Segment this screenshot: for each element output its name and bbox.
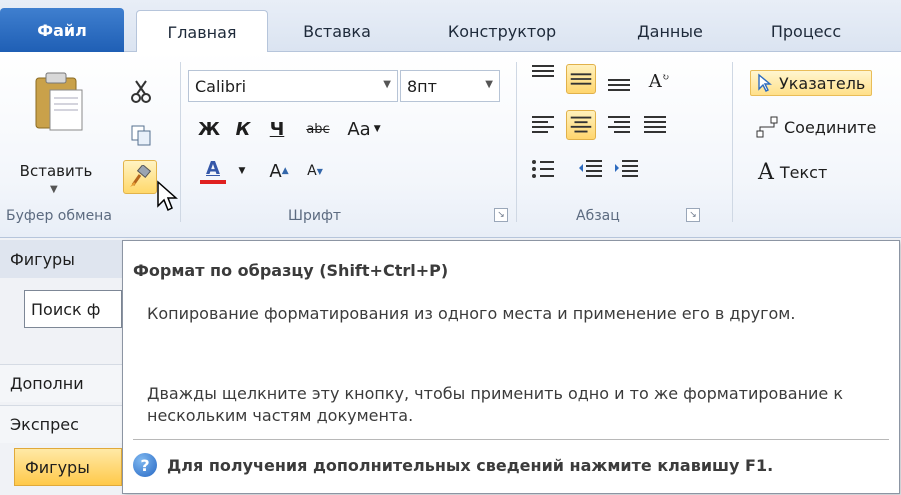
grow-font-letter: A xyxy=(269,160,282,182)
text-tool-label: Текст xyxy=(779,163,828,182)
chevron-down-icon[interactable]: ▼ xyxy=(383,79,391,90)
paste-label: Вставить xyxy=(19,162,93,180)
font-family-value: Calibri xyxy=(195,76,247,96)
decrease-indent-icon[interactable] xyxy=(576,154,606,184)
text-direction-button[interactable]: A↻ xyxy=(644,66,674,96)
connector-tool-label: Соедините xyxy=(784,117,877,137)
copy-icon xyxy=(131,125,151,146)
align-middle-button[interactable] xyxy=(566,64,596,94)
text-tool-icon: A xyxy=(758,160,774,185)
tab-file[interactable]: Файл xyxy=(0,8,124,52)
help-icon: ? xyxy=(133,453,157,477)
tab-data[interactable]: Данные xyxy=(610,10,730,52)
clipboard-icon xyxy=(35,72,83,131)
tab-home[interactable]: Главная xyxy=(136,10,268,53)
justify-icon[interactable] xyxy=(640,110,670,140)
copy-button[interactable] xyxy=(124,118,158,152)
shapes-selected-item[interactable]: Фигуры xyxy=(14,448,122,486)
change-case-button[interactable]: Aa ▼ xyxy=(342,114,386,144)
font-size-value: 8пт xyxy=(407,76,437,96)
align-center-icon xyxy=(570,116,592,133)
more-shapes-item[interactable]: Дополни xyxy=(0,364,122,402)
chevron-down-icon[interactable]: ▼ xyxy=(485,79,493,90)
chevron-down-icon: ▼ xyxy=(50,184,58,195)
pointer-tool-button[interactable]: Указатель xyxy=(750,70,873,96)
arrow-up-icon: ▲ xyxy=(281,166,289,176)
font-size-combo[interactable]: 8пт ▼ xyxy=(400,70,500,102)
font-color-button[interactable]: A xyxy=(196,156,230,186)
tooltip-divider xyxy=(133,439,889,440)
tooltip-usage-hint: Дважды щелкните эту кнопку, чтобы примен… xyxy=(147,384,844,425)
cut-button[interactable] xyxy=(124,74,158,108)
shrink-font-button[interactable]: A ▼ xyxy=(298,156,332,186)
pointer-arrow-icon xyxy=(758,73,772,92)
shrink-font-letter: A xyxy=(307,163,317,179)
paintbrush-icon xyxy=(130,165,152,187)
tab-design[interactable]: Конструктор xyxy=(412,10,592,52)
font-color-swatch xyxy=(200,180,226,184)
align-middle-icon xyxy=(570,73,592,85)
group-divider xyxy=(732,62,733,222)
search-shapes-input[interactable]: Поиск ф xyxy=(24,290,122,328)
scissors-icon xyxy=(131,80,151,103)
underline-button[interactable]: Ч xyxy=(264,114,290,144)
quick-shapes-item[interactable]: Экспрес xyxy=(0,405,122,443)
font-color-letter: A xyxy=(206,158,220,179)
change-case-label: Aa xyxy=(347,118,371,140)
paste-button[interactable]: Вставить ▼ xyxy=(6,62,114,198)
align-center-button[interactable] xyxy=(566,110,596,140)
font-family-combo[interactable]: Calibri ▼ xyxy=(188,70,398,102)
tab-insert[interactable]: Вставка xyxy=(282,10,392,52)
pointer-tool-label: Указатель xyxy=(779,73,866,93)
group-divider xyxy=(516,62,517,222)
format-painter-tooltip: Формат по образцу (Shift+Ctrl+P) Копиров… xyxy=(122,240,900,494)
tooltip-help-row: ? Для получения дополнительных сведений … xyxy=(133,453,773,477)
connector-tool-button[interactable]: Соедините xyxy=(756,116,876,138)
bold-button[interactable]: Ж xyxy=(196,114,222,144)
shapes-pane-header: Фигуры xyxy=(0,240,122,278)
font-group-label: Шрифт xyxy=(288,208,342,224)
text-tool-button[interactable]: A Текст xyxy=(758,160,827,185)
text-direction-icon: A↻ xyxy=(648,70,670,92)
chevron-down-icon: ▼ xyxy=(373,124,381,134)
tooltip-description: Копирование форматирования из одного мес… xyxy=(147,304,796,323)
clipboard-group-label: Буфер обмена xyxy=(6,208,112,224)
format-painter-button[interactable] xyxy=(123,160,157,194)
ribbon-home: Вставить ▼ Буфер обмена Calibri ▼ 8пт ▼ xyxy=(0,52,901,238)
arrow-down-icon: ▼ xyxy=(316,166,323,176)
ribbon-tab-bar: Файл Главная Вставка Конструктор Данные … xyxy=(0,0,901,53)
align-left-icon[interactable] xyxy=(528,110,558,140)
tooltip-help-text: Для получения дополнительных сведений на… xyxy=(167,455,774,475)
paragraph-dialog-launcher-icon[interactable]: ↘ xyxy=(686,208,700,222)
tooltip-title: Формат по образцу (Shift+Ctrl+P) xyxy=(133,261,449,280)
strikethrough-button[interactable]: abc xyxy=(298,114,338,144)
paragraph-group-label: Абзац xyxy=(576,208,620,224)
align-right-icon[interactable] xyxy=(604,110,634,140)
align-bottom-icon[interactable] xyxy=(604,66,634,96)
italic-button[interactable]: К xyxy=(230,114,256,144)
grow-font-button[interactable]: A ▲ xyxy=(262,156,296,186)
increase-indent-icon[interactable] xyxy=(612,154,642,184)
connector-icon xyxy=(756,116,778,138)
font-dialog-launcher-icon[interactable]: ↘ xyxy=(494,208,508,222)
chevron-down-icon[interactable]: ▼ xyxy=(234,156,250,186)
mouse-cursor-icon xyxy=(157,180,178,212)
align-top-icon[interactable] xyxy=(528,60,558,90)
tab-process[interactable]: Процесс xyxy=(746,10,866,52)
bullets-icon[interactable] xyxy=(528,154,558,184)
